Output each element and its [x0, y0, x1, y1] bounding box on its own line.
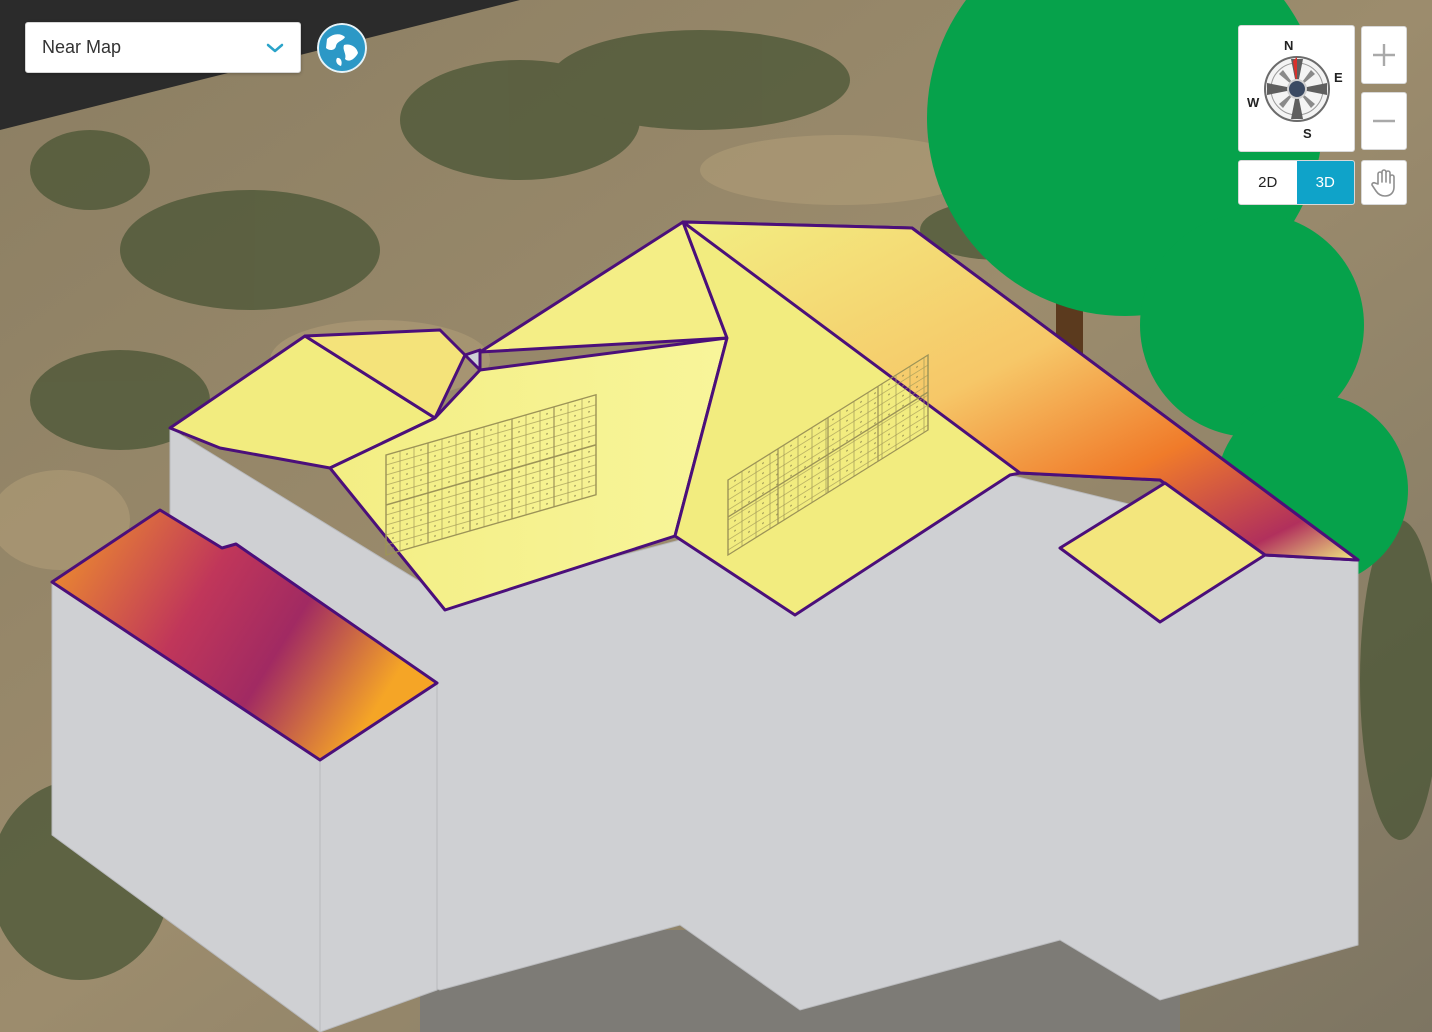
zoom-in-button[interactable] — [1361, 26, 1407, 84]
view-3d-button[interactable]: 3D — [1296, 161, 1354, 204]
chevron-down-icon — [266, 43, 284, 52]
compass-e: E — [1334, 70, 1343, 85]
compass-w: W — [1247, 95, 1260, 110]
compass-s: S — [1303, 126, 1312, 141]
compass-control[interactable]: N E S W — [1238, 25, 1355, 152]
map-layer-select[interactable]: Near Map — [25, 22, 301, 73]
view-2d-button[interactable]: 2D — [1239, 161, 1297, 204]
pan-button[interactable] — [1361, 160, 1407, 205]
view-mode-toggle[interactable]: 2D 3D — [1238, 160, 1355, 205]
map-3d-viewport[interactable] — [0, 0, 1432, 1032]
globe-icon[interactable] — [317, 23, 367, 73]
map-layer-select-value: Near Map — [42, 37, 122, 57]
compass-icon: N E S W — [1247, 38, 1343, 141]
plus-icon — [1373, 44, 1395, 66]
minus-icon — [1373, 119, 1395, 123]
hand-icon — [1371, 168, 1395, 197]
zoom-out-button[interactable] — [1361, 92, 1407, 150]
compass-n: N — [1284, 38, 1293, 53]
